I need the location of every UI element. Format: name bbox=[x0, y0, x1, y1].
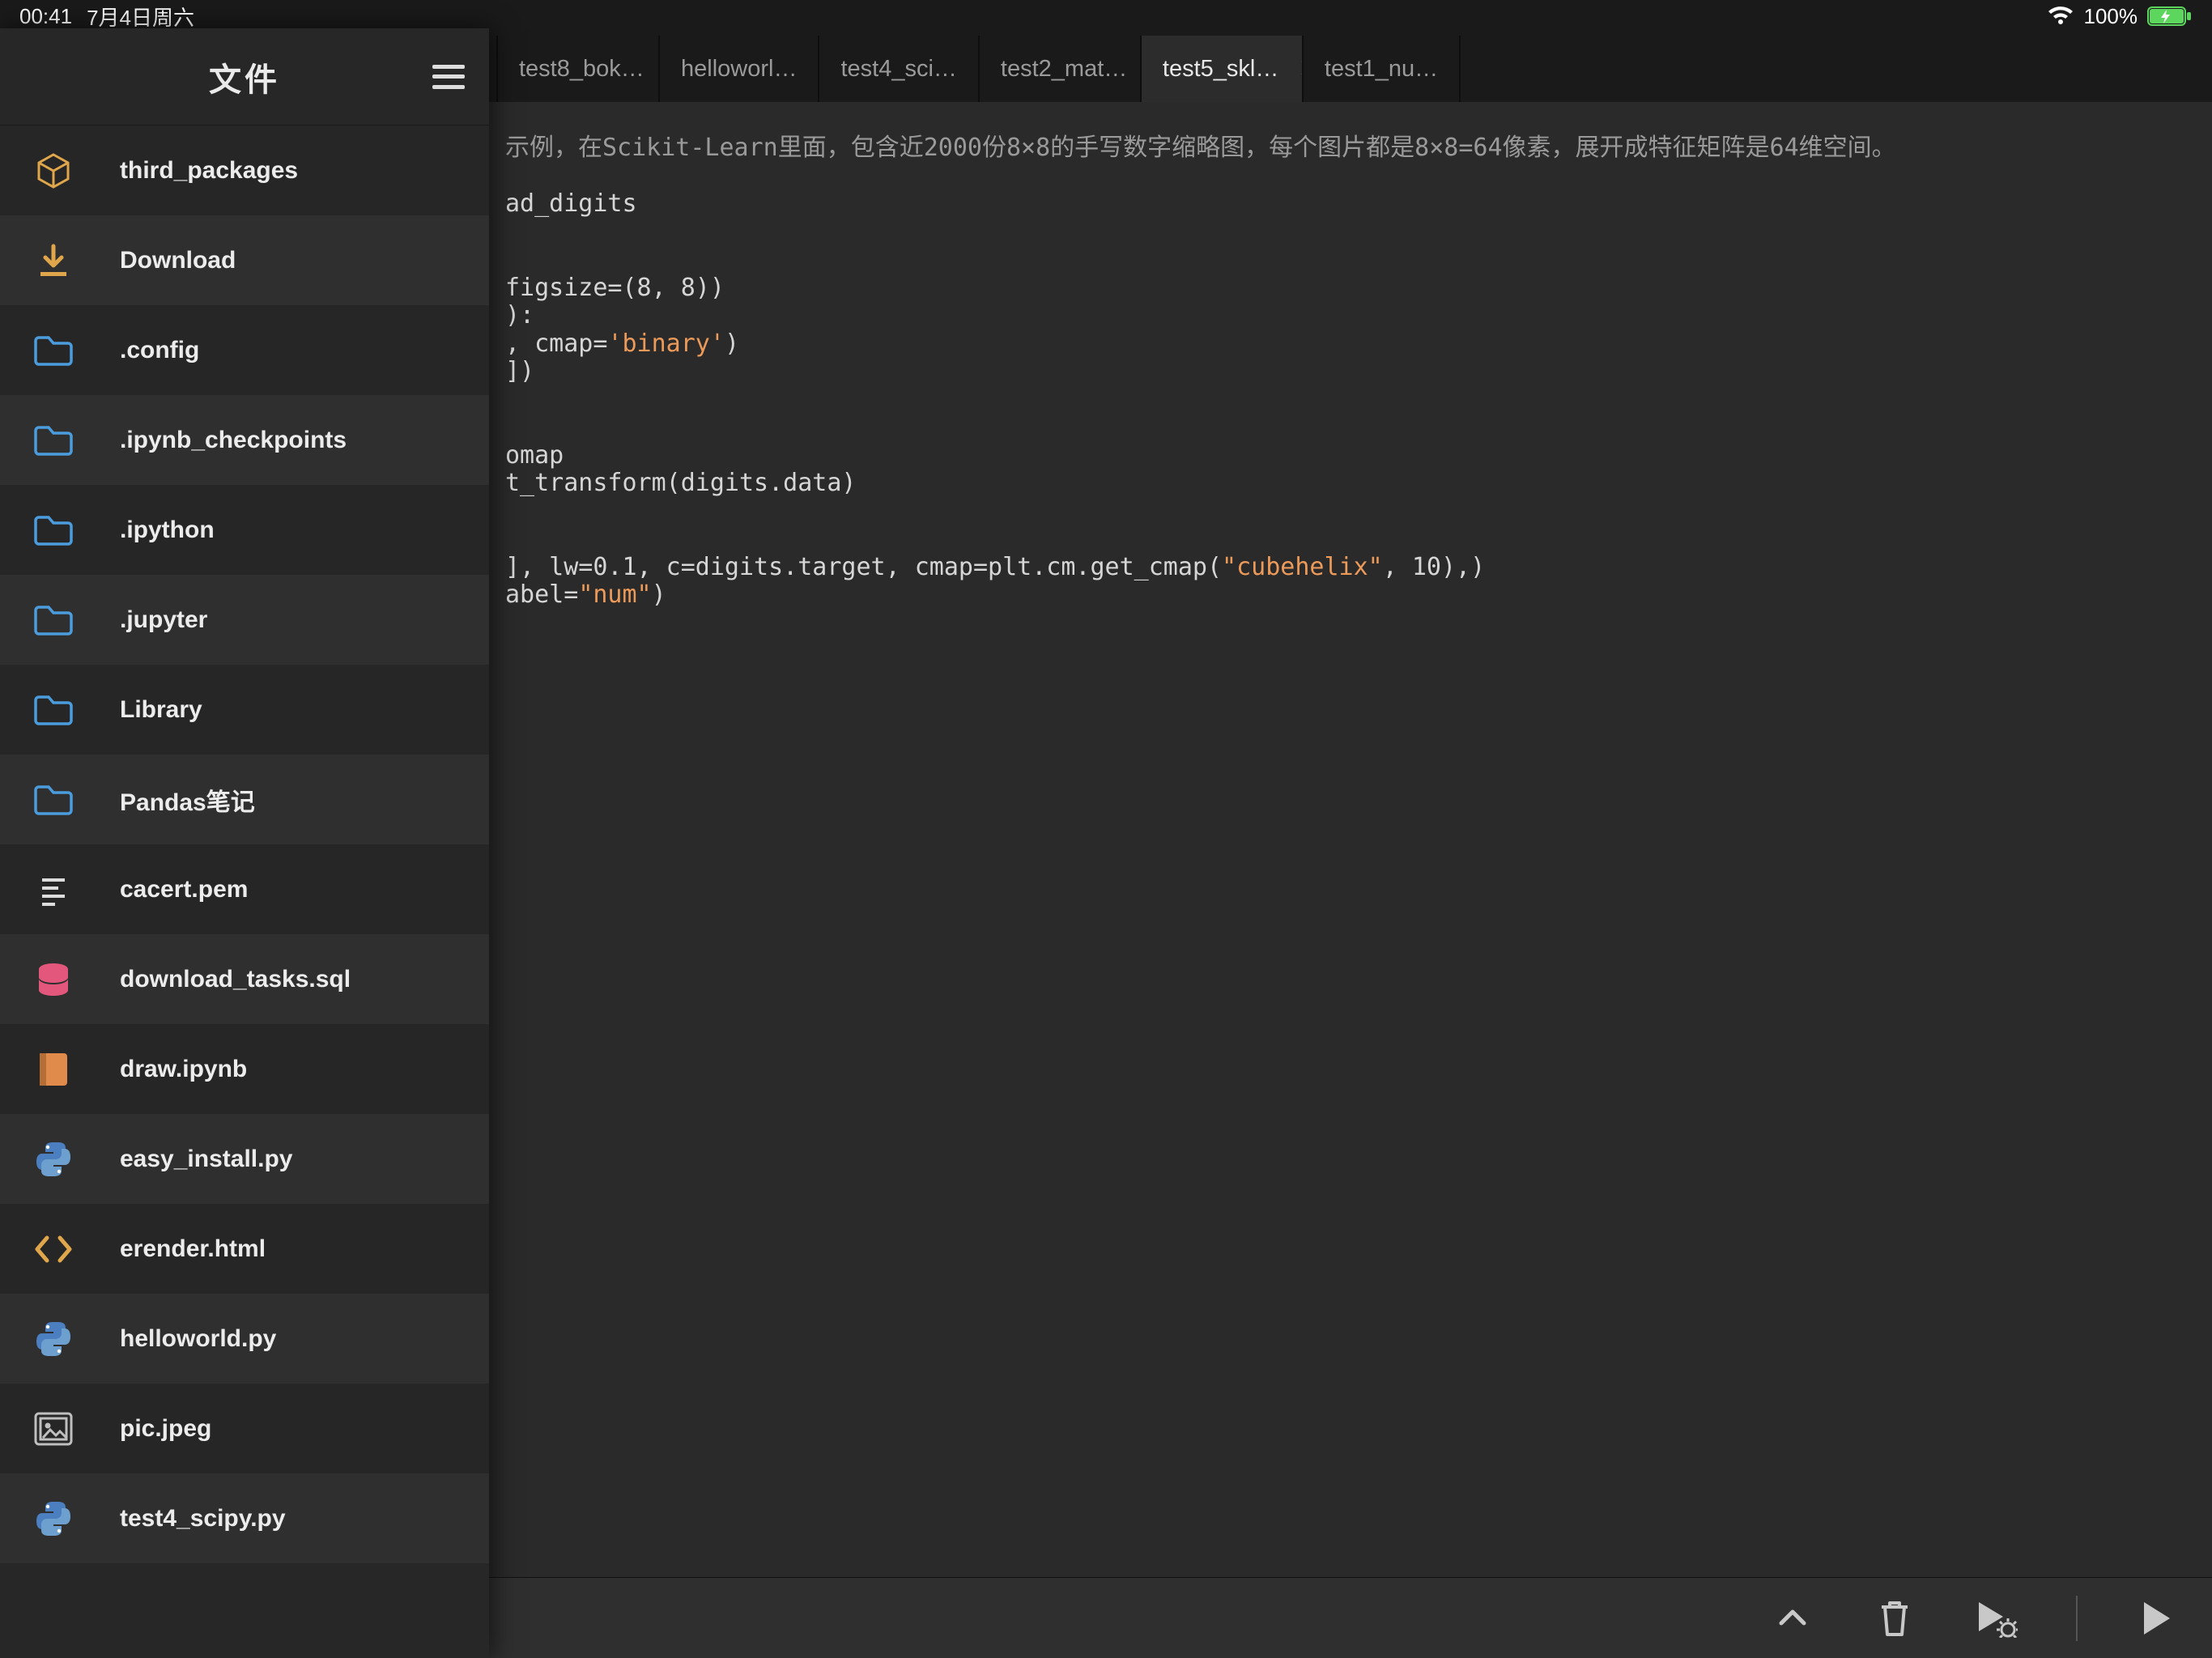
notebook-icon bbox=[32, 1050, 74, 1089]
battery-percent: 100% bbox=[2084, 4, 2138, 29]
file-item-label: Download bbox=[120, 247, 236, 274]
file-item-label: pic.jpeg bbox=[120, 1415, 211, 1443]
tab-label: test2_mat… bbox=[1001, 56, 1127, 83]
collapse-button[interactable] bbox=[1770, 1596, 1815, 1641]
file-item-test4_scipy-py[interactable]: test4_scipy.py bbox=[0, 1473, 489, 1563]
folder-icon bbox=[32, 604, 74, 636]
folder-icon bbox=[32, 784, 74, 816]
python-icon bbox=[32, 1140, 74, 1179]
sidebar-header: 文件 bbox=[0, 28, 489, 125]
file-item-helloworld-py[interactable]: helloworld.py bbox=[0, 1294, 489, 1384]
tab-bar: test8_bok… helloworl… test4_sci… test2_mat…… bbox=[489, 32, 2212, 102]
download-icon bbox=[32, 243, 74, 278]
file-item-erender-html[interactable]: erender.html bbox=[0, 1204, 489, 1294]
tab-label: test1_nu… bbox=[1325, 56, 1438, 83]
package-icon bbox=[32, 151, 74, 190]
file-item-label: .ipython bbox=[120, 517, 215, 544]
file-sidebar: 文件 third_packages Download .config .ipynb_c… bbox=[0, 28, 489, 1658]
file-item-pic-jpeg[interactable]: pic.jpeg bbox=[0, 1384, 489, 1473]
editor-toolbar bbox=[489, 1577, 2212, 1658]
file-item-draw-ipynb[interactable]: draw.ipynb bbox=[0, 1024, 489, 1114]
file-item-easy_install-py[interactable]: easy_install.py bbox=[0, 1114, 489, 1204]
delete-button[interactable] bbox=[1872, 1596, 1917, 1641]
file-item-cacert-pem[interactable]: cacert.pem bbox=[0, 844, 489, 934]
wifi-icon bbox=[2047, 6, 2074, 27]
file-item-label: .jupyter bbox=[120, 606, 207, 634]
status-date: 7月4日周六 bbox=[87, 2, 194, 32]
file-list: third_packages Download .config .ipynb_chec… bbox=[0, 125, 489, 1658]
run-button[interactable] bbox=[2134, 1596, 2180, 1641]
text-icon bbox=[32, 872, 74, 908]
file-item-label: Pandas笔记 bbox=[120, 782, 255, 818]
folder-icon bbox=[32, 514, 74, 546]
python-icon bbox=[32, 1320, 74, 1358]
tab-0[interactable]: test8_bok… bbox=[498, 36, 660, 102]
tab-3[interactable]: test2_mat… bbox=[980, 36, 1142, 102]
folder-icon bbox=[32, 334, 74, 367]
run-settings-button[interactable] bbox=[1974, 1596, 2019, 1641]
file-item-download[interactable]: Download bbox=[0, 215, 489, 305]
code-editor[interactable]: 示例，在Scikit-Learn里面，包含近2000份8×8的手写数字缩略图，每… bbox=[489, 102, 2212, 1577]
file-item-label: Library bbox=[120, 696, 202, 724]
battery-icon bbox=[2147, 6, 2193, 27]
status-time: 00:41 bbox=[19, 4, 72, 29]
file-item-download_tasks-sql[interactable]: download_tasks.sql bbox=[0, 934, 489, 1024]
tab-label: test5_skl… bbox=[1163, 56, 1278, 83]
file-item-label: third_packages bbox=[120, 157, 298, 185]
tab-label: test4_sci… bbox=[840, 56, 956, 83]
tab-label: test8_bok… bbox=[519, 56, 644, 83]
file-item-label: draw.ipynb bbox=[120, 1056, 247, 1083]
tab-4[interactable]: test5_skl…✕ bbox=[1142, 36, 1304, 102]
file-item-label: easy_install.py bbox=[120, 1146, 292, 1173]
db-icon bbox=[32, 961, 74, 998]
folder-icon bbox=[32, 424, 74, 457]
file-item-label: download_tasks.sql bbox=[120, 966, 351, 993]
menu-icon[interactable] bbox=[432, 65, 465, 89]
file-item--ipython[interactable]: .ipython bbox=[0, 485, 489, 575]
status-bar: 00:41 7月4日周六 100% bbox=[0, 0, 2212, 32]
folder-icon bbox=[32, 694, 74, 726]
python-icon bbox=[32, 1499, 74, 1538]
tab-partial[interactable] bbox=[489, 36, 498, 102]
sidebar-title: 文件 bbox=[209, 53, 280, 100]
toolbar-divider bbox=[2076, 1596, 2078, 1641]
file-item-third_packages[interactable]: third_packages bbox=[0, 125, 489, 215]
file-item-label: helloworld.py bbox=[120, 1325, 276, 1353]
file-item--jupyter[interactable]: .jupyter bbox=[0, 575, 489, 665]
tab-1[interactable]: helloworl… bbox=[660, 36, 819, 102]
file-item-library[interactable]: Library bbox=[0, 665, 489, 755]
html-icon bbox=[32, 1233, 74, 1265]
tab-2[interactable]: test4_sci… bbox=[819, 36, 979, 102]
file-item-label: .config bbox=[120, 337, 199, 364]
file-item-label: .ipynb_checkpoints bbox=[120, 427, 347, 454]
file-item-label: erender.html bbox=[120, 1235, 266, 1263]
image-icon bbox=[32, 1411, 74, 1447]
file-item-pandas-[interactable]: Pandas笔记 bbox=[0, 755, 489, 844]
file-item--config[interactable]: .config bbox=[0, 305, 489, 395]
tab-5[interactable]: test1_nu… bbox=[1304, 36, 1461, 102]
tab-label: helloworl… bbox=[681, 56, 797, 83]
file-item-label: test4_scipy.py bbox=[120, 1505, 286, 1533]
file-item-label: cacert.pem bbox=[120, 876, 248, 903]
file-item--ipynb_checkpoints[interactable]: .ipynb_checkpoints bbox=[0, 395, 489, 485]
